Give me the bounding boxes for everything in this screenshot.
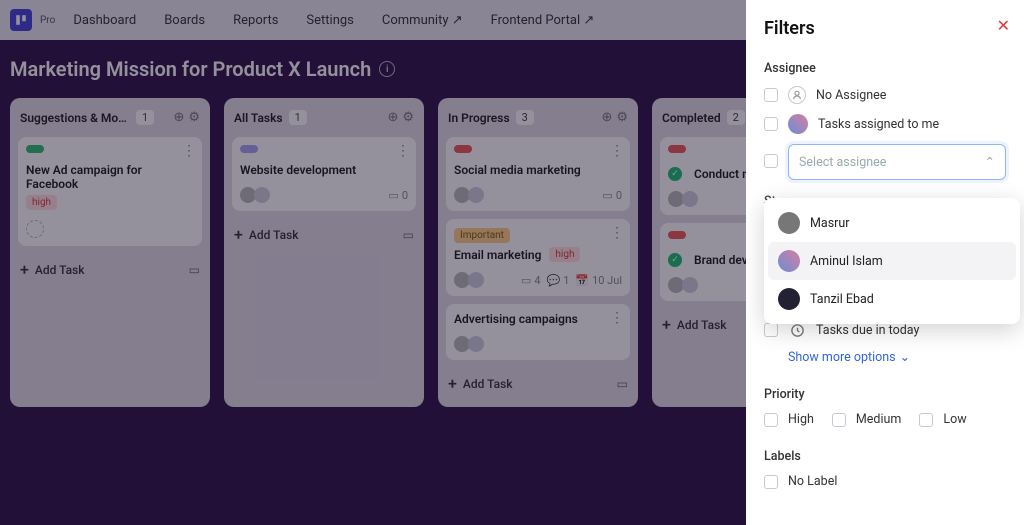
chevron-up-icon: ⌃ <box>985 154 995 170</box>
filter-assigned-to-me[interactable]: Tasks assigned to me <box>764 114 1006 134</box>
checkbox[interactable] <box>764 323 778 337</box>
filters-title: Filters <box>764 18 1006 39</box>
filter-priority-low[interactable]: Low <box>919 412 966 427</box>
show-more-link[interactable]: Show more options⌄ <box>788 349 910 365</box>
assignee-option[interactable]: Tanzil Ebad <box>768 280 1016 318</box>
priority-heading: Priority <box>764 387 1006 402</box>
assignee-dropdown: Masrur Aminul Islam Tanzil Ebad <box>764 198 1020 324</box>
avatar <box>778 288 800 310</box>
option-label: Tanzil Ebad <box>810 292 874 307</box>
person-icon <box>788 86 806 104</box>
assignee-option[interactable]: Masrur <box>768 204 1016 242</box>
avatar <box>778 212 800 234</box>
filter-label: Tasks assigned to me <box>818 117 939 132</box>
filter-label: Medium <box>856 412 901 427</box>
select-placeholder: Select assignee <box>799 155 886 170</box>
filter-label: No Assignee <box>816 88 886 103</box>
checkbox[interactable] <box>764 154 778 168</box>
filters-panel: Filters ✕ Assignee No Assignee Tasks ass… <box>746 0 1024 525</box>
filter-select-assignee-row: Select assignee ⌃ <box>764 144 1006 180</box>
filter-priority-high[interactable]: High <box>764 412 814 427</box>
chevron-down-icon: ⌄ <box>900 349 910 365</box>
filter-label: High <box>788 412 814 427</box>
filter-priority-medium[interactable]: Medium <box>832 412 901 427</box>
option-label: Masrur <box>810 216 850 231</box>
close-icon[interactable]: ✕ <box>997 16 1010 35</box>
filter-no-label[interactable]: No Label <box>764 474 1006 489</box>
assignee-option[interactable]: Aminul Islam <box>768 242 1016 280</box>
checkbox[interactable] <box>764 117 778 131</box>
checkbox[interactable] <box>764 88 778 102</box>
filter-label: No Label <box>788 474 837 489</box>
filter-label: Low <box>943 412 966 427</box>
labels-heading: Labels <box>764 449 1006 464</box>
assignee-select[interactable]: Select assignee ⌃ <box>788 144 1006 180</box>
checkbox[interactable] <box>764 413 778 427</box>
filter-label: Tasks due in today <box>816 323 919 338</box>
assignee-heading: Assignee <box>764 61 1006 76</box>
checkbox[interactable] <box>764 475 778 489</box>
avatar <box>788 114 808 134</box>
option-label: Aminul Islam <box>810 254 883 269</box>
checkbox[interactable] <box>832 413 846 427</box>
avatar <box>778 250 800 272</box>
checkbox[interactable] <box>919 413 933 427</box>
filter-no-assignee[interactable]: No Assignee <box>764 86 1006 104</box>
